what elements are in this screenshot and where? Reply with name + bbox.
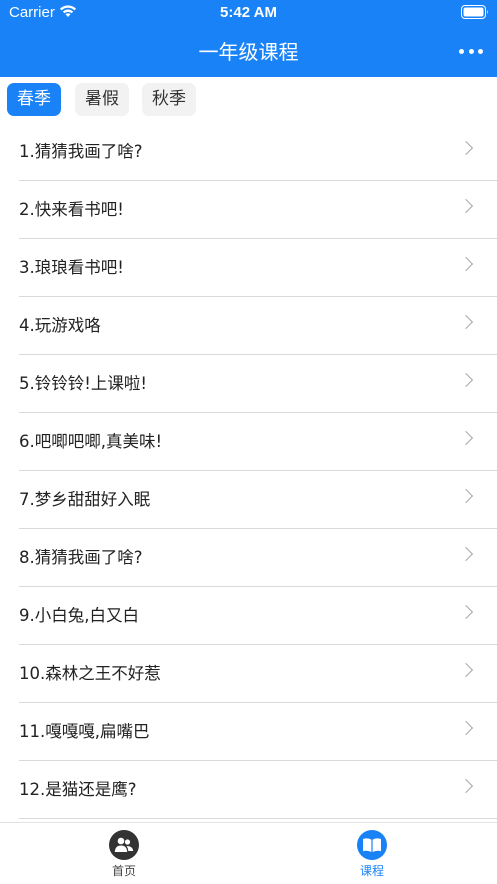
tabbar-label-course: 课程 [359, 864, 384, 878]
tab-spring[interactable]: 春季 [7, 83, 61, 116]
lesson-title: 10.森林之王不好惹 [19, 664, 161, 683]
page-title: 一年级课程 [198, 40, 299, 64]
lesson-title: 11.嘎嘎嘎,扁嘴巴 [19, 722, 150, 741]
lesson-row[interactable]: 2.快来看书吧! [19, 181, 497, 239]
chevron-right-icon [458, 546, 474, 562]
users-icon [109, 830, 139, 860]
lesson-title: 12.是猫还是鹰? [19, 780, 137, 799]
lesson-title: 2.快来看书吧! [19, 200, 124, 219]
lesson-title: 6.吧唧吧唧,真美味! [19, 432, 163, 451]
season-tabs: 春季 暑假 秋季 [0, 77, 497, 122]
lesson-row[interactable]: 11.嘎嘎嘎,扁嘴巴 [19, 703, 497, 761]
top-bar: Carrier 5:42 AM 一年级课程 [0, 0, 497, 77]
chevron-right-icon [458, 778, 474, 794]
lesson-row[interactable]: 6.吧唧吧唧,真美味! [19, 413, 497, 471]
lesson-list: 1.猜猜我画了啥? 2.快来看书吧! 3.琅琅看书吧! 4.玩游戏咯 5.铃铃铃… [0, 123, 497, 819]
chevron-right-icon [458, 314, 474, 330]
tab-summer[interactable]: 暑假 [75, 83, 129, 116]
status-time: 5:42 AM [220, 4, 277, 21]
chevron-right-icon [458, 720, 474, 736]
lesson-row[interactable]: 3.琅琅看书吧! [19, 239, 497, 297]
lesson-row[interactable]: 9.小白兔,白又白 [19, 587, 497, 645]
lesson-row[interactable]: 1.猜猜我画了啥? [19, 123, 497, 181]
lesson-row[interactable]: 8.猜猜我画了啥? [19, 529, 497, 587]
tabbar-item-course[interactable]: 课程 [332, 830, 412, 879]
chevron-right-icon [458, 256, 474, 272]
chevron-right-icon [458, 140, 474, 156]
chevron-right-icon [458, 604, 474, 620]
lesson-row[interactable]: 5.铃铃铃!上课啦! [19, 355, 497, 413]
tabbar-label-home: 首页 [111, 864, 136, 878]
lesson-title: 4.玩游戏咯 [19, 316, 101, 335]
lesson-title: 8.猜猜我画了啥? [19, 548, 143, 567]
tab-autumn[interactable]: 秋季 [142, 83, 196, 116]
chevron-right-icon [458, 488, 474, 504]
lesson-title: 5.铃铃铃!上课啦! [19, 374, 147, 393]
battery-icon [461, 5, 489, 23]
lesson-row[interactable]: 12.是猫还是鹰? [19, 761, 497, 819]
lesson-title: 1.猜猜我画了啥? [19, 142, 143, 161]
chevron-right-icon [458, 430, 474, 446]
lesson-title: 7.梦乡甜甜好入眠 [19, 490, 151, 509]
lesson-title: 3.琅琅看书吧! [19, 258, 124, 277]
more-dots-icon[interactable] [459, 40, 483, 62]
book-icon [357, 830, 387, 860]
lesson-row[interactable]: 7.梦乡甜甜好入眠 [19, 471, 497, 529]
status-bar: Carrier 5:42 AM [0, 0, 497, 26]
lesson-title: 9.小白兔,白又白 [19, 606, 139, 625]
bottom-tab-bar: 首页 课程 [0, 822, 497, 884]
chevron-right-icon [458, 198, 474, 214]
chevron-right-icon [458, 662, 474, 678]
chevron-right-icon [458, 372, 474, 388]
lesson-row[interactable]: 10.森林之王不好惹 [19, 645, 497, 703]
tabbar-item-home[interactable]: 首页 [84, 830, 164, 879]
lesson-row[interactable]: 4.玩游戏咯 [19, 297, 497, 355]
